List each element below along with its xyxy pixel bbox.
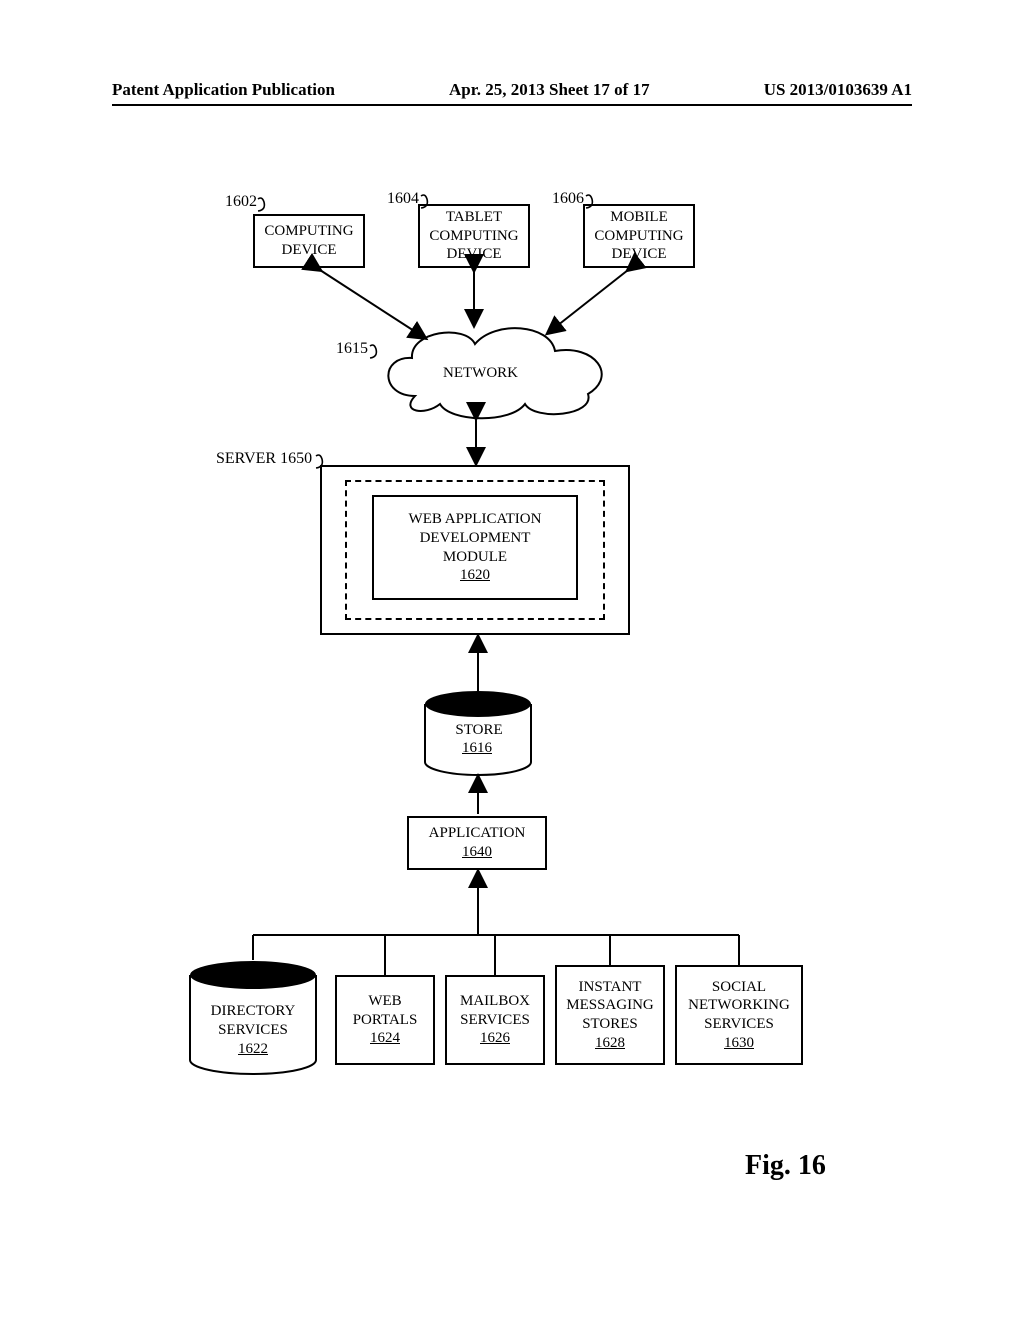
connectors xyxy=(0,0,1024,1320)
figure-number: Fig. 16 xyxy=(745,1150,826,1182)
page-root: Patent Application Publication Apr. 25, … xyxy=(0,0,1024,1320)
